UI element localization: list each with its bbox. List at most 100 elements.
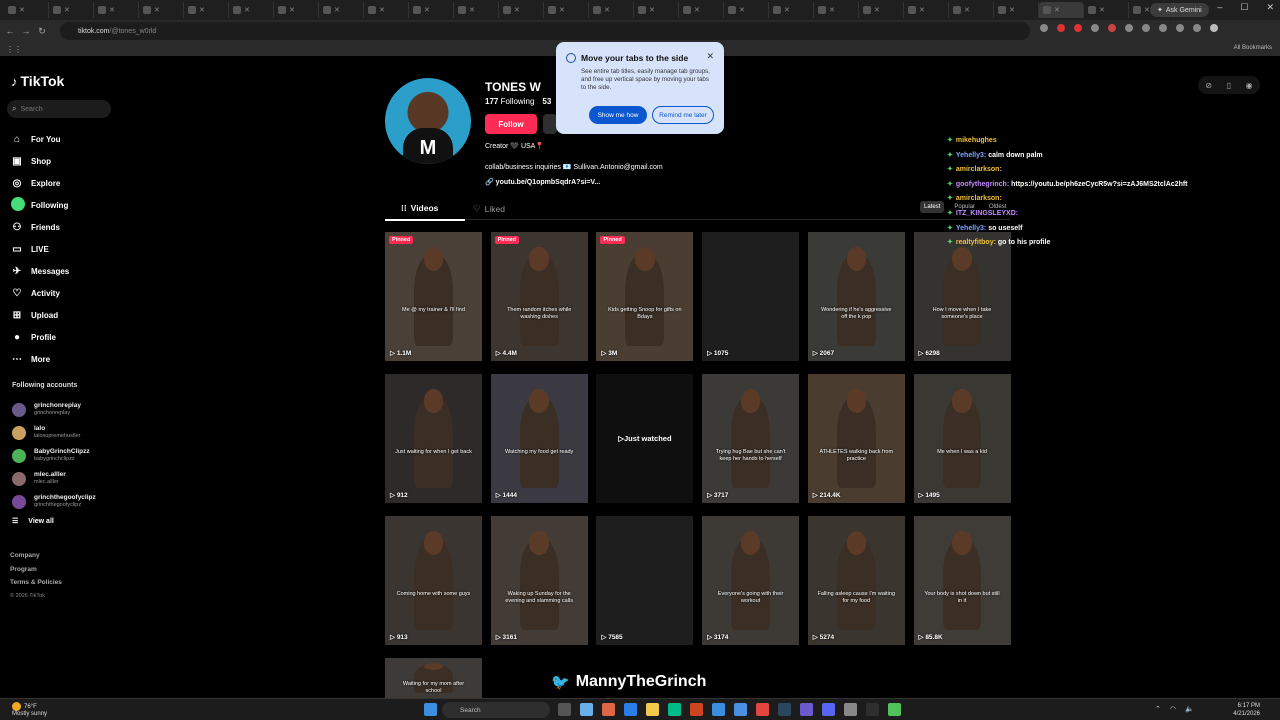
extension-icon[interactable] (1108, 24, 1116, 32)
browser-tab[interactable]: ✕ (634, 2, 679, 18)
sidebar-item-more[interactable]: ⋯ More (11, 348, 69, 370)
tab-close-icon[interactable]: ✕ (784, 6, 790, 14)
tab-close-icon[interactable]: ✕ (199, 6, 205, 14)
taskbar-app-icon[interactable] (756, 703, 769, 716)
forward-icon[interactable]: → (20, 26, 32, 36)
browser-tab[interactable]: ✕ (4, 2, 49, 18)
video-thumbnail[interactable]: Coming home with some guys ▷ 913 (385, 516, 482, 645)
tiktok-logo[interactable]: ♪ TikTok (11, 73, 64, 89)
tab-close-icon[interactable]: ✕ (694, 6, 700, 14)
tab-liked[interactable]: ♡ Liked (473, 203, 505, 214)
sort-latest[interactable]: Latest (920, 201, 945, 213)
close-icon[interactable]: ✕ (706, 51, 714, 62)
browser-tab[interactable]: ✕ (274, 2, 319, 18)
taskbar-app-icon[interactable] (712, 703, 725, 716)
browser-tab[interactable]: ✕ (769, 2, 814, 18)
taskbar-app-icon[interactable] (844, 703, 857, 716)
tab-close-icon[interactable]: ✕ (919, 6, 925, 14)
video-thumbnail[interactable]: Pinned Kids getting Snoop for gifts on Bd… (596, 232, 694, 361)
sidebar-item-following[interactable]: Following (11, 194, 69, 216)
browser-tab[interactable]: ✕ (184, 2, 229, 18)
taskbar-app-icon[interactable] (866, 703, 879, 716)
tab-close-icon[interactable]: ✕ (1099, 6, 1105, 14)
minimize-icon[interactable]: – (1217, 2, 1222, 13)
browser-tab[interactable]: ✕ (454, 2, 499, 18)
sidebar-item-messages[interactable]: ✈ Messages (11, 260, 69, 282)
extension-icon[interactable] (1091, 24, 1099, 32)
sidebar-item-friends[interactable]: ⚇ Friends (11, 216, 69, 238)
tab-close-icon[interactable]: ✕ (559, 6, 565, 14)
video-thumbnail[interactable]: Waiting for my mom after school (385, 658, 482, 698)
browser-tab[interactable]: ✕ (949, 2, 994, 18)
taskbar-app-icon[interactable] (668, 703, 681, 716)
sidebar-item-for-you[interactable]: ⌂ For You (11, 128, 69, 150)
following-account[interactable]: grinchonreplay grinchonreplay (12, 398, 96, 421)
browser-tab[interactable]: ✕ (679, 2, 724, 18)
extension-icon[interactable] (1040, 24, 1048, 32)
tab-close-icon[interactable]: ✕ (604, 6, 610, 14)
tab-close-icon[interactable]: ✕ (1144, 6, 1150, 14)
tab-close-icon[interactable]: ✕ (964, 6, 970, 14)
following-label[interactable]: Following (501, 97, 535, 106)
clock[interactable]: 6:17 PM 4/21/2026 (1233, 702, 1260, 718)
extension-icon[interactable] (1159, 24, 1167, 32)
browser-tab[interactable]: ✕ (229, 2, 274, 18)
video-thumbnail[interactable]: ▷ Just watched (596, 374, 694, 503)
profile-avatar-icon[interactable] (1210, 24, 1218, 32)
apps-grid-icon[interactable]: ⋮⋮ (6, 45, 22, 54)
video-thumbnail[interactable]: Wondering if he's aggressive off the k p… (807, 232, 905, 361)
tab-close-icon[interactable]: ✕ (514, 6, 520, 14)
url-input[interactable]: tiktok.com/@tones_w0rld (60, 22, 1030, 40)
sidebar-item-profile[interactable]: ● Profile (11, 326, 69, 348)
following-account[interactable]: grinchthegoofyclipz grinchthegoofyclipz (12, 490, 96, 513)
tab-close-icon[interactable]: ✕ (469, 6, 475, 14)
footer-program[interactable]: Program (10, 563, 62, 577)
taskbar-app-icon[interactable] (558, 703, 571, 716)
search-input[interactable]: ⌕ Search (7, 100, 111, 118)
browser-tab[interactable]: ✕ (94, 2, 139, 18)
ask-gemini-button[interactable]: ✦ Ask Gemini (1150, 3, 1209, 17)
browser-tab[interactable]: ✕ (319, 2, 364, 18)
coins-icon[interactable]: ⊘ (1205, 81, 1212, 90)
tab-close-icon[interactable]: ✕ (1009, 6, 1015, 14)
tab-close-icon[interactable]: ✕ (19, 6, 25, 14)
tab-close-icon[interactable]: ✕ (739, 6, 745, 14)
extension-icon[interactable] (1142, 24, 1150, 32)
tab-close-icon[interactable]: ✕ (64, 6, 70, 14)
following-account[interactable]: BabyGrinchClipzz babygrinchclipzz (12, 444, 96, 467)
back-icon[interactable]: ← (4, 26, 16, 36)
browser-tab[interactable]: ✕ (544, 2, 589, 18)
browser-tab[interactable]: ✕ (859, 2, 904, 18)
close-window-icon[interactable]: ✕ (1266, 2, 1274, 13)
sidebar-item-activity[interactable]: ♡ Activity (11, 282, 69, 304)
video-thumbnail[interactable]: Watching my food get ready ▷ 1444 (490, 374, 588, 503)
video-thumbnail[interactable]: Trying hug Bae but she can't keep her ha… (702, 374, 800, 503)
video-thumbnail[interactable]: Pinned Them random itches while washing d… (490, 232, 588, 361)
sidebar-item-live[interactable]: ▭ LIVE (11, 238, 69, 260)
volume-icon[interactable]: 🔈 (1185, 705, 1194, 713)
start-icon[interactable] (424, 703, 437, 716)
taskbar-app-icon[interactable] (800, 703, 813, 716)
tab-close-icon[interactable]: ✕ (379, 6, 385, 14)
maximize-icon[interactable]: ☐ (1240, 2, 1248, 13)
extension-icon[interactable] (1074, 24, 1082, 32)
taskbar-app-icon[interactable] (580, 703, 593, 716)
browser-tab[interactable]: ✕ (364, 2, 409, 18)
taskbar-app-icon[interactable] (888, 703, 901, 716)
extension-icon[interactable] (1125, 24, 1133, 32)
video-thumbnail[interactable]: ATHLETES walking back from practice ▷ 214… (807, 374, 905, 503)
browser-tab[interactable]: ✕ (49, 2, 94, 18)
extension-icon[interactable] (1057, 24, 1065, 32)
user-avatar-icon[interactable]: ◉ (1246, 81, 1253, 90)
sidebar-item-upload[interactable]: ⊞ Upload (11, 304, 69, 326)
bio-link[interactable]: 🔗 youtu.be/Q1opmbSqdrA?si=V... (485, 178, 600, 186)
video-thumbnail[interactable]: Falling asleep cause I'm waiting for my … (807, 516, 905, 645)
browser-tab[interactable]: ✕ (904, 2, 949, 18)
following-account[interactable]: mlec.alller mlec.alller (12, 467, 96, 490)
video-thumbnail[interactable]: Waking up Sunday for the evening and sla… (490, 516, 588, 645)
device-icon[interactable]: ▯ (1227, 81, 1231, 90)
tab-close-icon[interactable]: ✕ (109, 6, 115, 14)
browser-tab[interactable]: ✕ (589, 2, 634, 18)
extension-icon[interactable] (1176, 24, 1184, 32)
taskbar-app-icon[interactable] (778, 703, 791, 716)
